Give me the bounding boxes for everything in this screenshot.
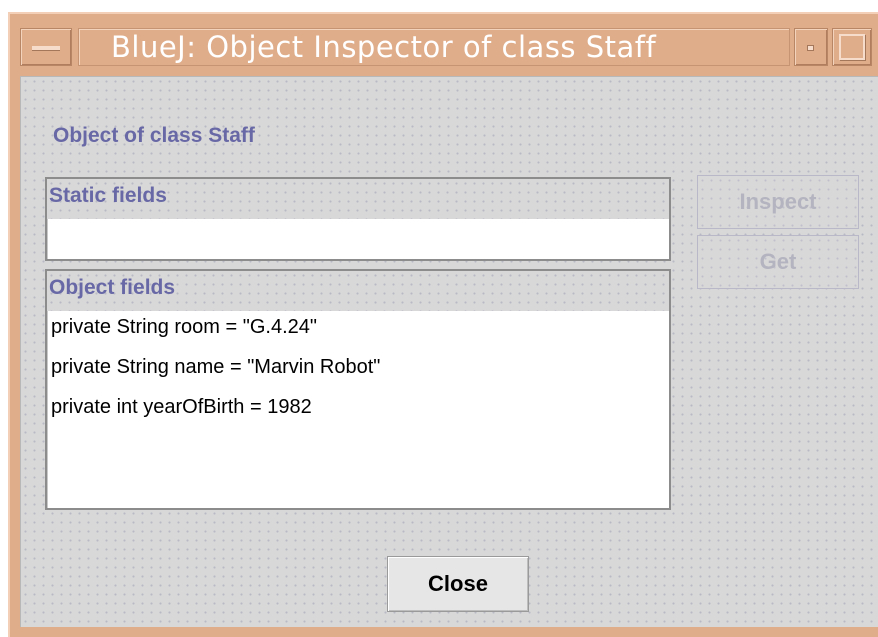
object-fields-panel: Object fields private String room = "G.4… [45, 269, 671, 510]
static-fields-panel: Static fields [45, 177, 671, 261]
window-menu-button[interactable] [20, 28, 72, 66]
field-room[interactable]: private String room = "G.4.24" [51, 316, 317, 339]
inspector-window: BlueJ: Object Inspector of class Staff O… [8, 12, 878, 637]
object-fields-header: Object fields [47, 271, 669, 311]
title-bar[interactable]: BlueJ: Object Inspector of class Staff [10, 14, 878, 76]
close-button[interactable]: Close [387, 556, 529, 612]
minimize-button[interactable] [794, 28, 828, 66]
object-fields-title: Object fields [49, 276, 176, 299]
window-title: BlueJ: Object Inspector of class Staff [111, 30, 657, 64]
title-area[interactable]: BlueJ: Object Inspector of class Staff [78, 28, 790, 66]
field-year-of-birth[interactable]: private int yearOfBirth = 1982 [51, 396, 312, 419]
maximize-icon [839, 34, 865, 60]
window-menu-icon [32, 46, 60, 51]
static-fields-list[interactable] [47, 219, 669, 259]
object-fields-list: private String room = "G.4.24" private S… [47, 311, 669, 508]
inspect-button[interactable]: Inspect [697, 175, 859, 229]
static-fields-header: Static fields [47, 179, 669, 219]
minimize-icon [807, 45, 814, 51]
inspector-content: Object of class Staff Static fields Obje… [20, 76, 878, 627]
static-fields-title: Static fields [49, 184, 167, 207]
maximize-button[interactable] [832, 28, 872, 66]
get-button[interactable]: Get [697, 235, 859, 289]
field-name[interactable]: private String name = "Marvin Robot" [51, 356, 380, 379]
object-class-label: Object of class Staff [53, 124, 255, 147]
